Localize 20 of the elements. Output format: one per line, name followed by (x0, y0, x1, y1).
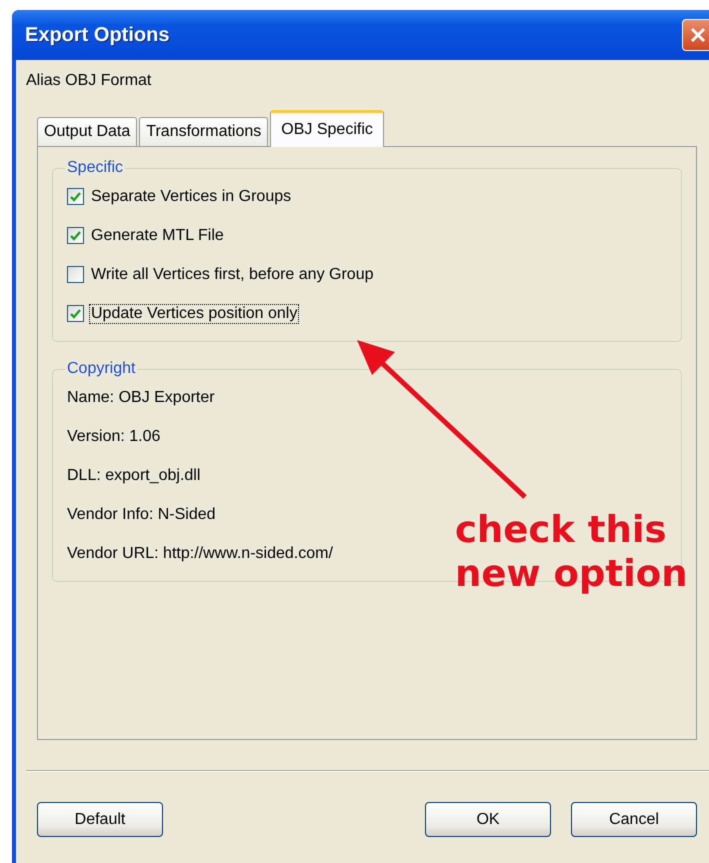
dialog-button[interactable]: OK (425, 802, 551, 837)
info-text: Vendor URL: http://www.n-sided.com/ (67, 544, 333, 562)
checkbox-label[interactable]: Update Vertices position only (90, 304, 298, 322)
checkbox-label[interactable]: Generate MTL File (90, 226, 225, 244)
tab[interactable]: OBJ Specific (270, 110, 384, 147)
checkbox-label[interactable]: Separate Vertices in Groups (90, 188, 292, 206)
group-title: Copyright (66, 360, 136, 378)
tab[interactable]: Transformations (139, 117, 268, 146)
info-text: Vendor Info: N-Sided (67, 506, 216, 524)
tab[interactable]: Output Data (37, 117, 138, 146)
info-text: Name: OBJ Exporter (67, 388, 215, 406)
info-text: DLL: export_obj.dll (67, 466, 200, 484)
checkbox-label[interactable]: Write all Vertices first, before any Group (90, 266, 374, 284)
annotation-text: check this new option (455, 508, 689, 596)
dialog-button[interactable]: Default (37, 802, 163, 837)
window-title: Export Options (25, 24, 170, 46)
group-title: Specific (66, 159, 124, 177)
dialog-button[interactable]: Cancel (571, 802, 697, 837)
info-text: Version: 1.06 (67, 428, 160, 446)
format-label: Alias OBJ Format (26, 72, 152, 91)
